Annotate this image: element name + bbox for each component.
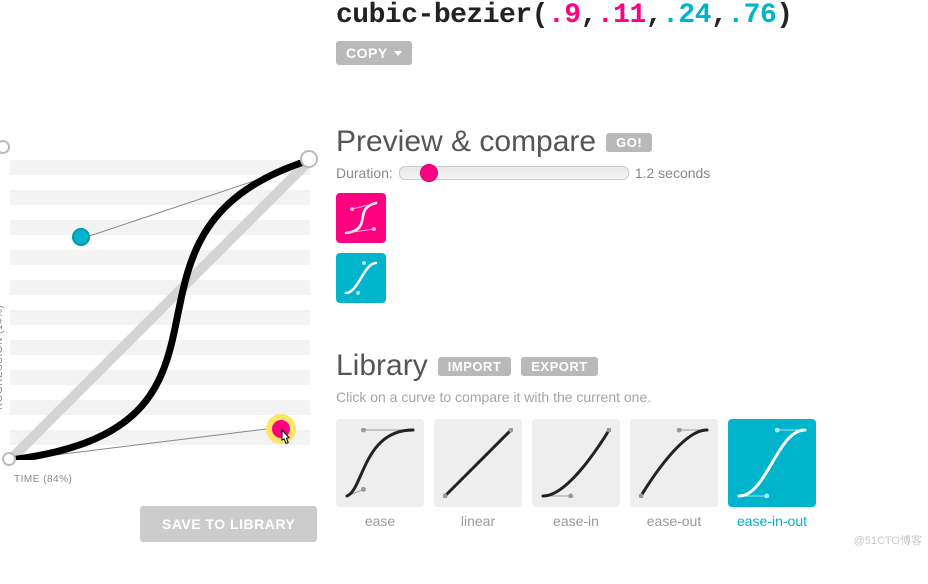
- duration-value: 1.2 seconds: [635, 165, 711, 181]
- function-name: cubic-bezier: [336, 0, 532, 31]
- copy-button[interactable]: COPY: [336, 41, 412, 65]
- library-item-label: linear: [461, 513, 495, 529]
- curve-icon: [737, 428, 807, 498]
- chevron-down-icon: [394, 51, 402, 56]
- curve-endpoint-end[interactable]: [300, 150, 318, 168]
- preview-tile-current[interactable]: [336, 193, 386, 243]
- p2y-value: .76: [727, 0, 776, 31]
- library-thumb: [336, 419, 424, 507]
- library-heading-row: Library IMPORT EXPORT: [336, 349, 908, 383]
- library-item-linear[interactable]: linear: [434, 419, 522, 529]
- duration-slider-knob[interactable]: [420, 164, 438, 182]
- p1x-value: .9: [548, 0, 581, 31]
- preview-heading-row: Preview & compare GO!: [336, 125, 908, 159]
- preview-tile-compare[interactable]: [336, 253, 386, 303]
- library-thumb: [532, 419, 620, 507]
- duration-row: Duration: 1.2 seconds: [336, 165, 908, 181]
- bezier-editor[interactable]: ROGRESSION (14%): [0, 0, 320, 584]
- duration-label: Duration:: [336, 165, 393, 181]
- preview-heading: Preview & compare: [336, 125, 596, 159]
- curve-endpoint-start[interactable]: [2, 452, 16, 466]
- editor-grid: [10, 160, 310, 460]
- library-item-label: ease: [365, 513, 395, 529]
- library-item-ease[interactable]: ease: [336, 419, 424, 529]
- library-item-ease-in[interactable]: ease-in: [532, 419, 620, 529]
- duration-slider[interactable]: [399, 166, 629, 180]
- curve-icon: [639, 428, 709, 498]
- library-heading: Library: [336, 349, 428, 383]
- library-item-label: ease-out: [647, 513, 701, 529]
- p2x-value: .24: [662, 0, 711, 31]
- p1y-value: .11: [597, 0, 646, 31]
- axis-y-label: ROGRESSION (14%): [0, 305, 5, 410]
- export-button[interactable]: EXPORT: [521, 357, 597, 376]
- curve-icon: [443, 428, 513, 498]
- library-hint: Click on a curve to compare it with the …: [336, 389, 908, 405]
- curve-icon: [541, 428, 611, 498]
- go-button[interactable]: GO!: [606, 133, 652, 152]
- copy-button-label: COPY: [346, 45, 388, 61]
- import-button[interactable]: IMPORT: [438, 357, 512, 376]
- library-item-label: ease-in-out: [737, 513, 807, 529]
- library-item-ease-out[interactable]: ease-out: [630, 419, 718, 529]
- library-item-label: ease-in: [553, 513, 599, 529]
- library-thumb: [434, 419, 522, 507]
- save-to-library-button[interactable]: SAVE TO LIBRARY: [140, 506, 317, 542]
- function-signature: cubic-bezier(.9,.11,.24,.76): [336, 0, 908, 31]
- library-item-ease-in-out[interactable]: ease-in-out: [728, 419, 816, 529]
- curve-icon: [344, 261, 378, 295]
- axis-x-label: TIME (84%): [14, 474, 72, 485]
- content-panel: cubic-bezier(.9,.11,.24,.76) COPY Previe…: [320, 0, 928, 584]
- curve-icon: [345, 428, 415, 498]
- control-handle-p2[interactable]: [72, 228, 90, 246]
- library-grid: ease linear ease-in ease-out ease-in-out: [336, 419, 908, 529]
- library-thumb: [728, 419, 816, 507]
- curve-icon: [344, 201, 378, 235]
- axis-origin-marker: [0, 140, 10, 154]
- library-thumb: [630, 419, 718, 507]
- control-handle-p1[interactable]: [272, 420, 290, 438]
